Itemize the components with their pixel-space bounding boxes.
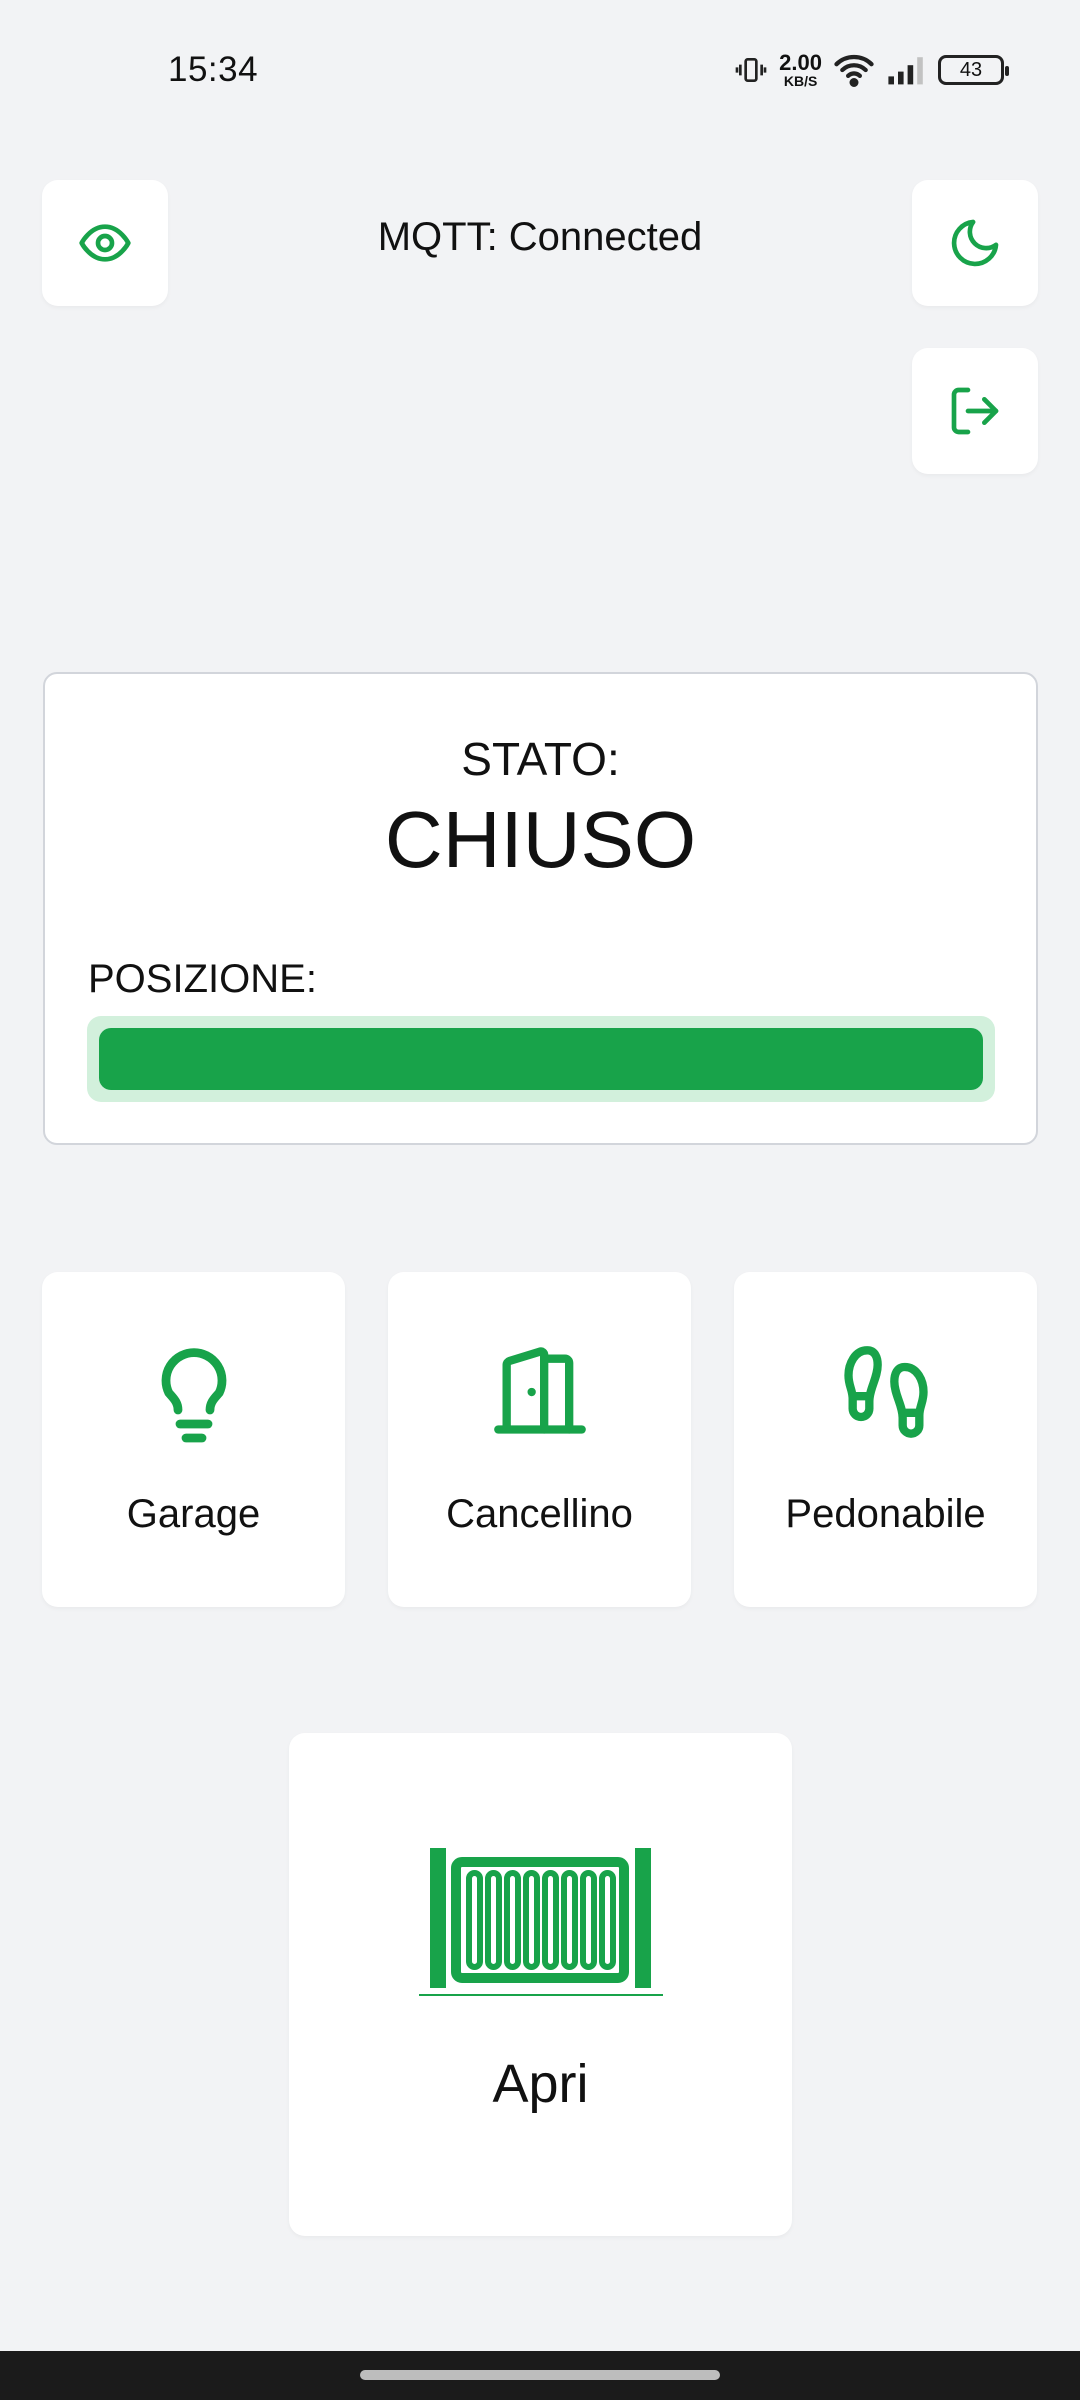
vibrate-icon — [735, 58, 767, 82]
signal-icon — [888, 57, 923, 85]
theme-toggle-button[interactable] — [912, 180, 1038, 306]
status-card: STATO: CHIUSO POSIZIONE: — [43, 672, 1038, 1145]
net-speed-unit: KB/S — [783, 73, 818, 89]
open-gate-button[interactable]: Apri — [289, 1733, 792, 2236]
state-value: CHIUSO — [384, 795, 697, 884]
cancellino-label: Cancellino — [446, 1492, 633, 1536]
door-open-icon — [493, 1347, 586, 1434]
footprints-icon — [843, 1346, 928, 1438]
net-speed: 2.00 KB/S — [779, 50, 822, 89]
moon-icon — [951, 219, 999, 267]
open-gate-label: Apri — [492, 2054, 589, 2114]
position-label: POSIZIONE: — [88, 957, 317, 1001]
state-label: STATO: — [461, 733, 620, 785]
system-navigation-bar — [0, 2351, 1080, 2400]
gate-icon — [418, 1848, 663, 1996]
home-gesture-handle[interactable] — [360, 2370, 720, 2380]
logout-button[interactable] — [912, 348, 1038, 474]
position-progress-bar — [87, 1016, 995, 1102]
net-speed-value: 2.00 — [779, 50, 822, 75]
position-progress-fill — [99, 1028, 983, 1090]
wifi-icon — [834, 54, 874, 87]
battery-indicator: 43 — [938, 55, 1009, 85]
status-icons: 2.00 KB/S 43 — [735, 50, 1009, 89]
garage-label: Garage — [126, 1492, 261, 1536]
lightbulb-icon — [161, 1348, 226, 1443]
pedonabile-label: Pedonabile — [785, 1492, 986, 1536]
pedonabile-button[interactable]: Pedonabile — [734, 1272, 1037, 1607]
garage-button[interactable]: Garage — [42, 1272, 345, 1607]
cancellino-button[interactable]: Cancellino — [388, 1272, 691, 1607]
status-time: 15:34 — [168, 50, 259, 89]
logout-icon — [951, 387, 999, 435]
